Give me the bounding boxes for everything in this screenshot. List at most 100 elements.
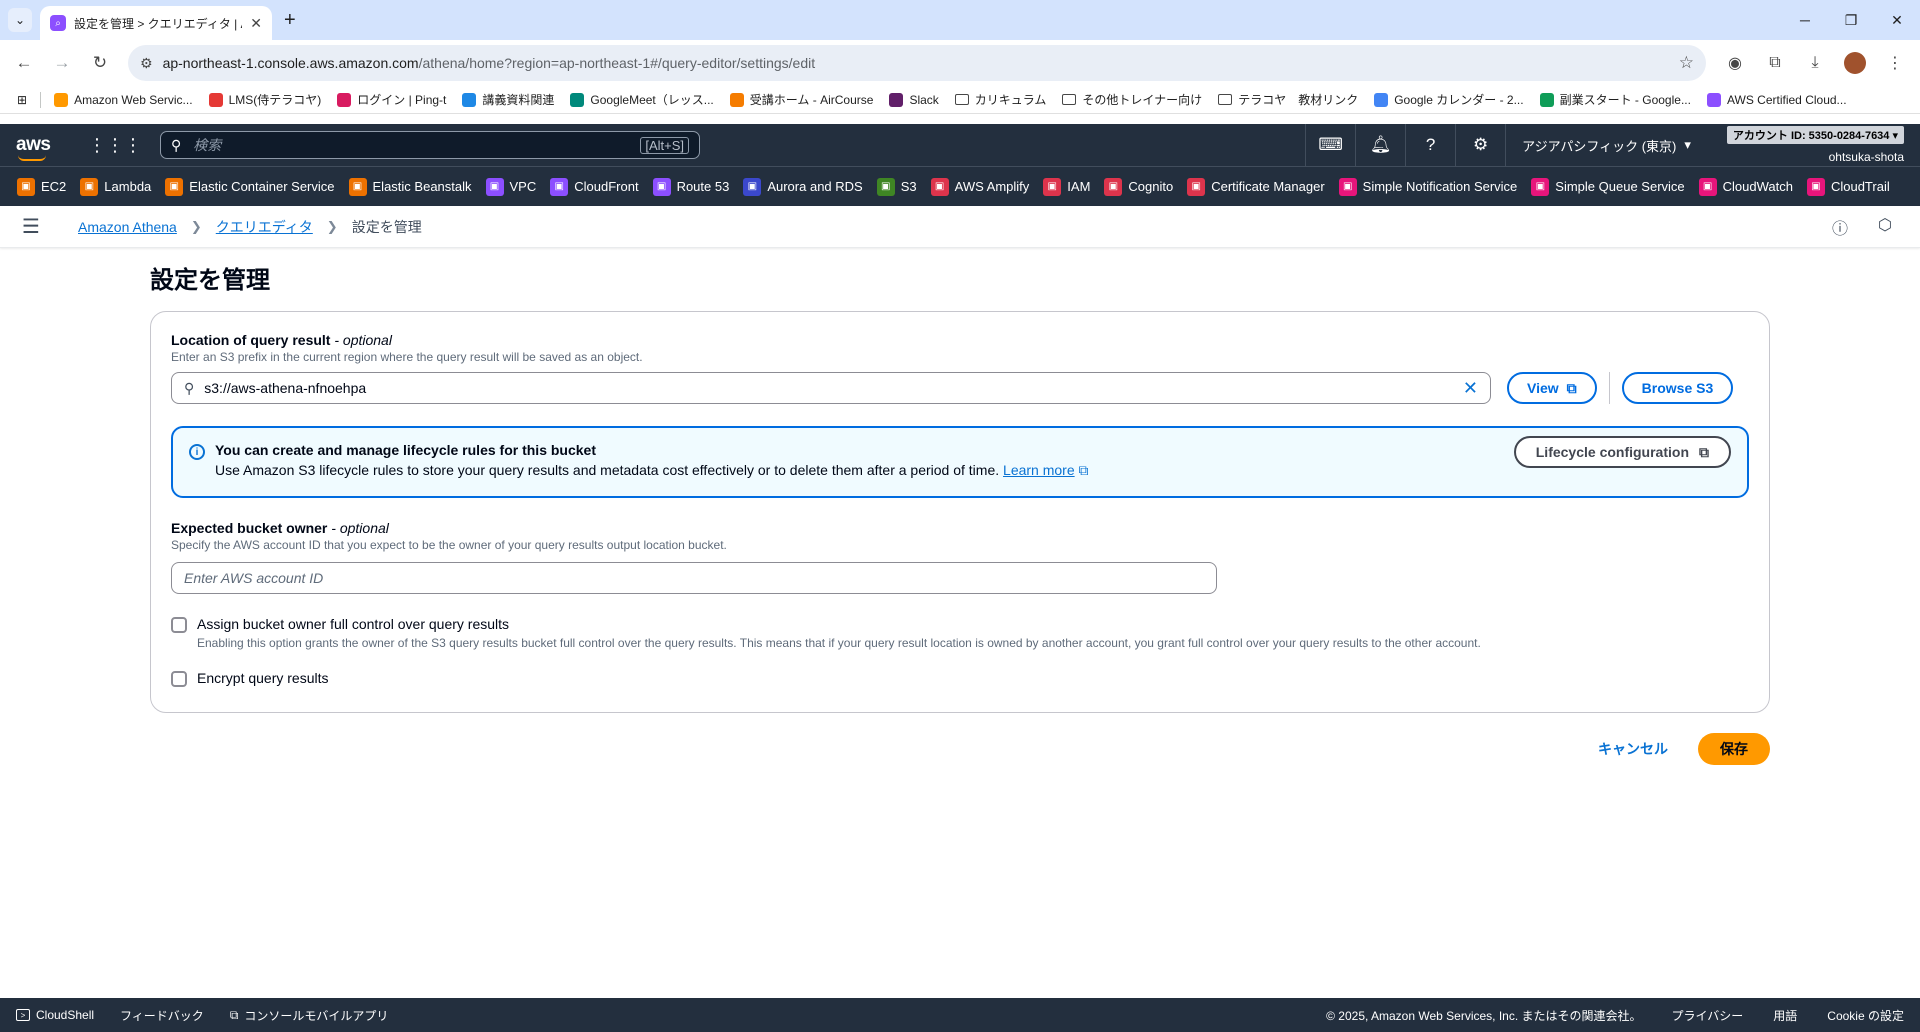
bookmark-item[interactable]: 受講ホーム - AirCourse bbox=[723, 88, 881, 112]
service-shortcut[interactable]: ▣ EC2 bbox=[10, 177, 73, 196]
menu-kebab-icon[interactable]: ⋮ bbox=[1878, 47, 1912, 79]
cookie-settings-link[interactable]: Cookie の設定 bbox=[1827, 1007, 1904, 1024]
close-window-icon[interactable]: ✕ bbox=[1874, 0, 1920, 40]
bookmark-item[interactable]: Google カレンダー - 2... bbox=[1367, 88, 1530, 112]
reload-icon[interactable]: ↻ bbox=[84, 47, 116, 79]
forward-icon[interactable]: → bbox=[46, 47, 78, 79]
bookmark-item[interactable]: Slack bbox=[882, 88, 945, 112]
new-tab-icon[interactable]: + bbox=[284, 9, 296, 32]
service-icon: ▣ bbox=[1698, 177, 1717, 196]
aws-search-input[interactable]: ⚲ 検索 [Alt+S] bbox=[160, 131, 700, 159]
notifications-panel-icon[interactable]: ⬡ bbox=[1878, 215, 1892, 239]
address-bar[interactable]: ⚙ ap-northeast-1.console.aws.amazon.com/… bbox=[128, 45, 1706, 81]
save-button[interactable]: 保存 bbox=[1698, 733, 1770, 765]
service-shortcut[interactable]: ▣ VPC bbox=[479, 177, 544, 196]
menu-hamburger-icon[interactable]: ☰ bbox=[22, 214, 58, 239]
profile-avatar[interactable] bbox=[1844, 52, 1866, 74]
service-label: Route 53 bbox=[676, 179, 730, 194]
clear-icon[interactable]: ✕ bbox=[1463, 378, 1478, 399]
service-icon: ▣ bbox=[930, 177, 949, 196]
service-shortcut[interactable]: ▣ Simple Queue Service bbox=[1524, 177, 1691, 196]
mobile-app-link[interactable]: ⧉ コンソールモバイルアプリ bbox=[230, 1007, 389, 1024]
bookmark-item[interactable]: LMS(侍テラコヤ) bbox=[202, 88, 329, 112]
tab-close-icon[interactable]: ✕ bbox=[250, 15, 262, 32]
service-shortcut[interactable]: ▣ IAM bbox=[1036, 177, 1097, 196]
url-text: ap-northeast-1.console.aws.amazon.com/at… bbox=[162, 55, 816, 71]
breadcrumb-athena[interactable]: Amazon Athena bbox=[78, 219, 177, 235]
service-shortcut[interactable]: ▣ S3 bbox=[870, 177, 924, 196]
aws-top-nav: aws ⋮⋮⋮ ⚲ 検索 [Alt+S] ⌨ 🔔︎ ? ⚙ アジアパシフィック … bbox=[0, 124, 1920, 166]
bookmark-label: 講義資料関連 bbox=[482, 93, 555, 107]
bookmark-item[interactable]: テラコヤ 教材リンク bbox=[1211, 88, 1365, 112]
bookmark-item[interactable]: ログイン | Ping-t bbox=[330, 88, 453, 112]
bookmark-item[interactable]: その他トレイナー向け bbox=[1055, 88, 1209, 112]
service-shortcut[interactable]: ▣ Simple Notification Service bbox=[1332, 177, 1525, 196]
site-info-icon[interactable]: ⚙ bbox=[140, 55, 153, 72]
username: ohtsuka-shota bbox=[1828, 150, 1904, 164]
view-button[interactable]: View ⧉ bbox=[1507, 372, 1597, 404]
tab-search-icon[interactable]: ⌄ bbox=[8, 8, 32, 32]
bookmark-item[interactable]: 講義資料関連 bbox=[455, 88, 561, 112]
help-icon[interactable]: ? bbox=[1405, 124, 1455, 166]
cancel-button[interactable]: キャンセル bbox=[1598, 739, 1668, 759]
service-shortcut[interactable]: ▣ Lambda bbox=[73, 177, 158, 196]
cloudshell-link[interactable]: > CloudShell bbox=[16, 1008, 94, 1022]
service-shortcut[interactable]: ▣ AWS Amplify bbox=[924, 177, 1037, 196]
service-shortcut[interactable]: ▣ Cognito bbox=[1097, 177, 1180, 196]
service-shortcut[interactable]: ▣ CloudWatch bbox=[1692, 177, 1800, 196]
services-grid-icon[interactable]: ⋮⋮⋮ bbox=[88, 135, 142, 156]
restore-icon[interactable]: ❐ bbox=[1828, 0, 1874, 40]
service-shortcut[interactable]: ▣ CloudTrail bbox=[1800, 177, 1897, 196]
camera-icon[interactable]: ◉ bbox=[1718, 47, 1752, 79]
browser-tab-active[interactable]: ⌕ 設定を管理 > クエリエディタ | Athe ✕ bbox=[40, 6, 272, 40]
terms-link[interactable]: 用語 bbox=[1773, 1007, 1797, 1024]
bookmark-label: 受講ホーム - AirCourse bbox=[749, 93, 874, 107]
cloudshell-icon[interactable]: ⌨ bbox=[1305, 124, 1355, 166]
service-label: Simple Queue Service bbox=[1555, 179, 1685, 194]
bookmark-label: Google カレンダー - 2... bbox=[1394, 93, 1524, 107]
region-selector[interactable]: アジアパシフィック (東京) ▾ bbox=[1505, 124, 1707, 166]
search-icon: ⚲ bbox=[171, 136, 182, 153]
service-shortcut[interactable]: ▣ Certificate Manager bbox=[1180, 177, 1331, 196]
apps-grid-icon[interactable]: ⊞ bbox=[10, 88, 34, 112]
encrypt-option: Encrypt query results bbox=[171, 670, 1749, 687]
browse-s3-button[interactable]: Browse S3 bbox=[1621, 372, 1734, 404]
info-panel-icon[interactable]: ⓘ bbox=[1832, 215, 1848, 239]
external-link-icon: ⧉ bbox=[1566, 379, 1577, 396]
feedback-link[interactable]: フィードバック bbox=[120, 1007, 204, 1024]
service-icon: ▣ bbox=[652, 177, 671, 196]
service-label: Certificate Manager bbox=[1211, 179, 1325, 194]
download-icon[interactable]: ⤓ bbox=[1798, 47, 1832, 79]
service-shortcut[interactable]: ▣ Aurora and RDS bbox=[736, 177, 869, 196]
service-shortcut[interactable]: ▣ Route 53 bbox=[646, 177, 737, 196]
privacy-link[interactable]: プライバシー bbox=[1672, 1007, 1744, 1024]
learn-more-link[interactable]: Learn more bbox=[1003, 462, 1075, 478]
assign-control-checkbox[interactable] bbox=[171, 617, 187, 633]
service-shortcut[interactable]: ▣ CloudFront bbox=[543, 177, 645, 196]
bookmark-label: 副業スタート - Google... bbox=[1559, 93, 1691, 107]
location-input[interactable]: ⚲ s3://aws-athena-nfnoehpa ✕ bbox=[171, 372, 1491, 404]
chevron-right-icon: ❯ bbox=[326, 218, 338, 234]
bookmark-item[interactable]: カリキュラム bbox=[948, 88, 1054, 112]
minimize-icon[interactable]: ─ bbox=[1782, 0, 1828, 40]
search-shortcut: [Alt+S] bbox=[640, 136, 689, 154]
bookmark-item[interactable]: GoogleMeet（レッス... bbox=[563, 88, 720, 112]
breadcrumb-query-editor[interactable]: クエリエディタ bbox=[216, 217, 313, 237]
bookmark-label: テラコヤ 教材リンク bbox=[1238, 93, 1359, 107]
service-shortcut[interactable]: ▣ Elastic Beanstalk bbox=[342, 177, 479, 196]
extensions-icon[interactable]: ⧉ bbox=[1758, 47, 1792, 79]
aws-logo[interactable]: aws bbox=[16, 134, 60, 161]
service-shortcut[interactable]: ▣ Elastic Container Service bbox=[158, 177, 341, 196]
lifecycle-configuration-button[interactable]: Lifecycle configuration ⧉ bbox=[1513, 436, 1731, 468]
owner-account-input[interactable]: Enter AWS account ID bbox=[171, 562, 1217, 594]
bookmark-item[interactable]: 副業スタート - Google... bbox=[1533, 88, 1698, 112]
search-icon: ⚲ bbox=[184, 379, 195, 396]
bookmark-item[interactable]: AWS Certified Cloud... bbox=[1700, 88, 1854, 112]
encrypt-checkbox[interactable] bbox=[171, 671, 187, 687]
settings-gear-icon[interactable]: ⚙ bbox=[1455, 124, 1505, 166]
bookmark-item[interactable]: Amazon Web Servic... bbox=[47, 88, 200, 112]
back-icon[interactable]: ← bbox=[8, 47, 40, 79]
notifications-bell-icon[interactable]: 🔔︎ bbox=[1355, 124, 1405, 166]
account-menu[interactable]: アカウント ID: 5350-0284-7634 ▾ ohtsuka-shota bbox=[1707, 126, 1904, 164]
bookmark-star-icon[interactable]: ☆ bbox=[1679, 53, 1694, 73]
